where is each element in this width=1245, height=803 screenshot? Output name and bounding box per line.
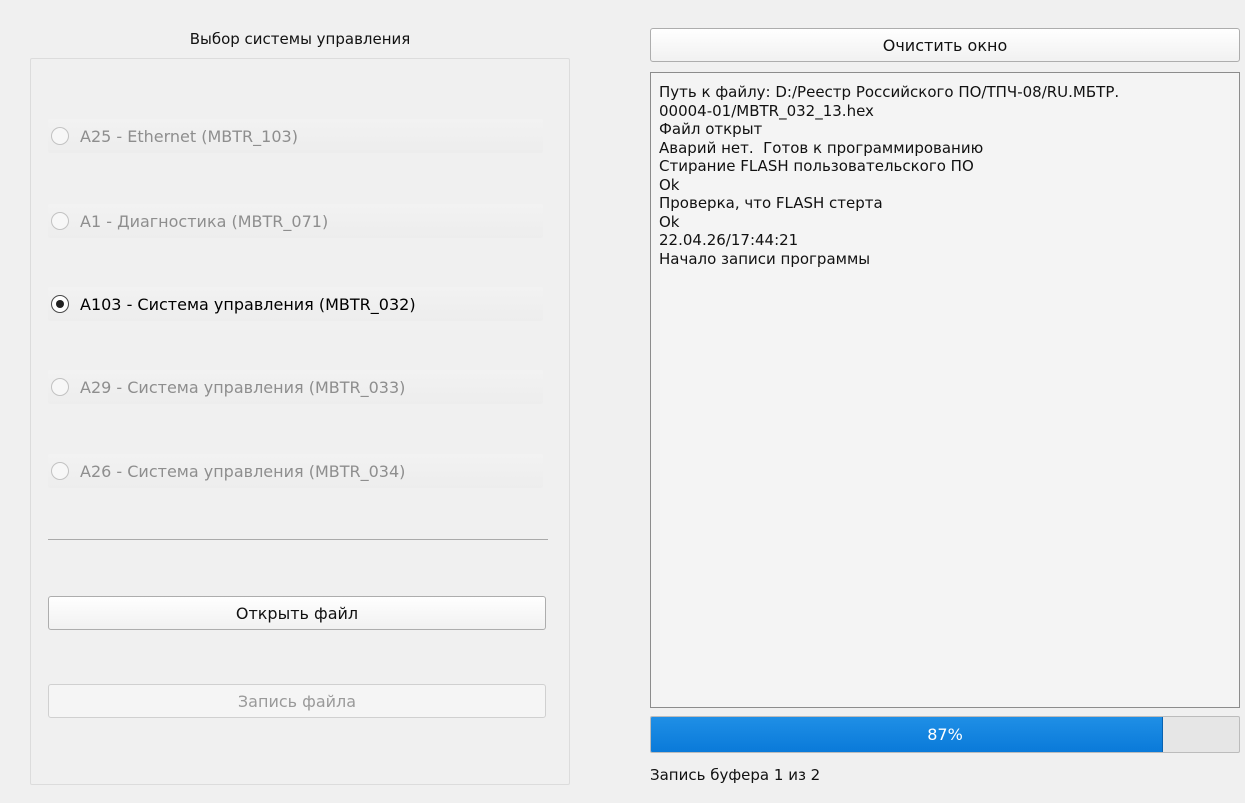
- log-line: Проверка, что FLASH стерта: [659, 194, 883, 212]
- log-line: Ok: [659, 175, 680, 194]
- log-line: Аварий нет. Готов к программированию: [659, 138, 984, 157]
- radio-option-a26[interactable]: A26 - Система управления (MBTR_034): [48, 454, 543, 488]
- log-line: Начало записи программы: [659, 249, 871, 268]
- log-line: Ok: [659, 212, 680, 231]
- separator-line: [48, 539, 548, 540]
- open-file-button[interactable]: Открыть файл: [48, 596, 546, 630]
- log-output[interactable]: Путь к файлу: D:/Реестр Российского ПО/Т…: [650, 72, 1240, 708]
- radio-option-a25[interactable]: A25 - Ethernet (MBTR_103): [48, 119, 543, 153]
- control-system-group-title: Выбор системы управления: [189, 30, 411, 48]
- log-line: 22.04.26/17:44:21: [659, 231, 799, 249]
- log-line: Файл открыт: [659, 120, 763, 138]
- radio-option-label: A26 - Система управления (MBTR_034): [80, 461, 406, 481]
- write-file-button[interactable]: Запись файла: [48, 684, 546, 718]
- radio-option-label: A25 - Ethernet (MBTR_103): [80, 126, 298, 146]
- log-line: 00004-01/MBTR_032_13.hex: [659, 101, 874, 120]
- progress-bar: 87%: [650, 716, 1240, 753]
- progress-percent: 87%: [927, 725, 963, 744]
- radio-checked-icon: [51, 295, 69, 313]
- log-line: Путь к файлу: D:/Реестр Российского ПО/Т…: [659, 83, 1120, 101]
- control-system-group: A25 - Ethernet (MBTR_103) A1 - Диагности…: [30, 58, 570, 785]
- radio-option-a29[interactable]: A29 - Система управления (MBTR_033): [48, 370, 543, 404]
- radio-option-label: A103 - Система управления (MBTR_032): [80, 294, 416, 314]
- radio-option-a103[interactable]: A103 - Система управления (MBTR_032): [48, 287, 543, 321]
- radio-unchecked-icon: [51, 462, 69, 480]
- radio-unchecked-icon: [51, 378, 69, 396]
- clear-window-button[interactable]: Очистить окно: [650, 28, 1240, 62]
- radio-option-label: A1 - Диагностика (MBTR_071): [80, 211, 329, 231]
- radio-option-a1[interactable]: A1 - Диагностика (MBTR_071): [48, 204, 543, 238]
- radio-unchecked-icon: [51, 212, 69, 230]
- status-text: Запись буфера 1 из 2: [650, 766, 821, 784]
- radio-unchecked-icon: [51, 127, 69, 145]
- log-line: Стирание FLASH пользовательского ПО: [659, 157, 974, 175]
- radio-option-label: A29 - Система управления (MBTR_033): [80, 377, 406, 397]
